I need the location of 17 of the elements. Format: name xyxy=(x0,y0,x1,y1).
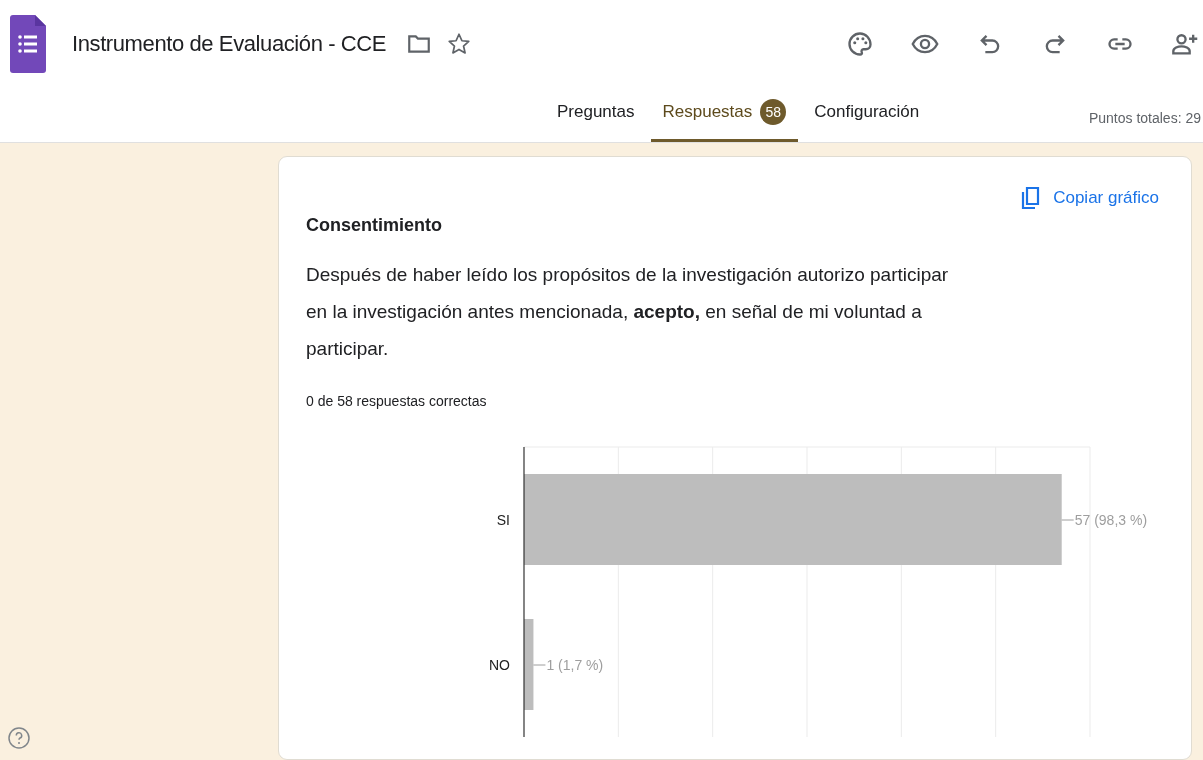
total-points-label: Puntos totales: 29 xyxy=(1088,110,1201,126)
category-label: NO xyxy=(489,657,510,673)
copy-chart-button[interactable]: Copiar gráfico xyxy=(1019,185,1159,211)
question-title: Consentimiento xyxy=(306,215,442,236)
tab[interactable]: Configuración xyxy=(802,99,932,142)
palette-icon[interactable] xyxy=(846,30,874,58)
tab[interactable]: Preguntas xyxy=(545,99,647,142)
correct-count-label: 0 de 58 respuestas correctas xyxy=(306,393,488,409)
category-label: SI xyxy=(496,512,510,528)
value-label: 57 (98,3 %) xyxy=(1074,512,1148,528)
value-label: 1 (1,7 %) xyxy=(546,657,604,673)
forms-logo-icon[interactable] xyxy=(10,15,46,73)
count-badge: 58 xyxy=(760,99,787,125)
form-title[interactable]: Instrumento de Evaluación - CCE xyxy=(72,31,387,57)
star-icon[interactable] xyxy=(446,31,473,57)
question-text: Después de haber leído los propósitos de la investigación autorizo participar en la investigación antes mencionada, acepto, en señal de mi voluntad a participar. xyxy=(306,263,950,361)
help-icon[interactable] xyxy=(7,726,31,750)
